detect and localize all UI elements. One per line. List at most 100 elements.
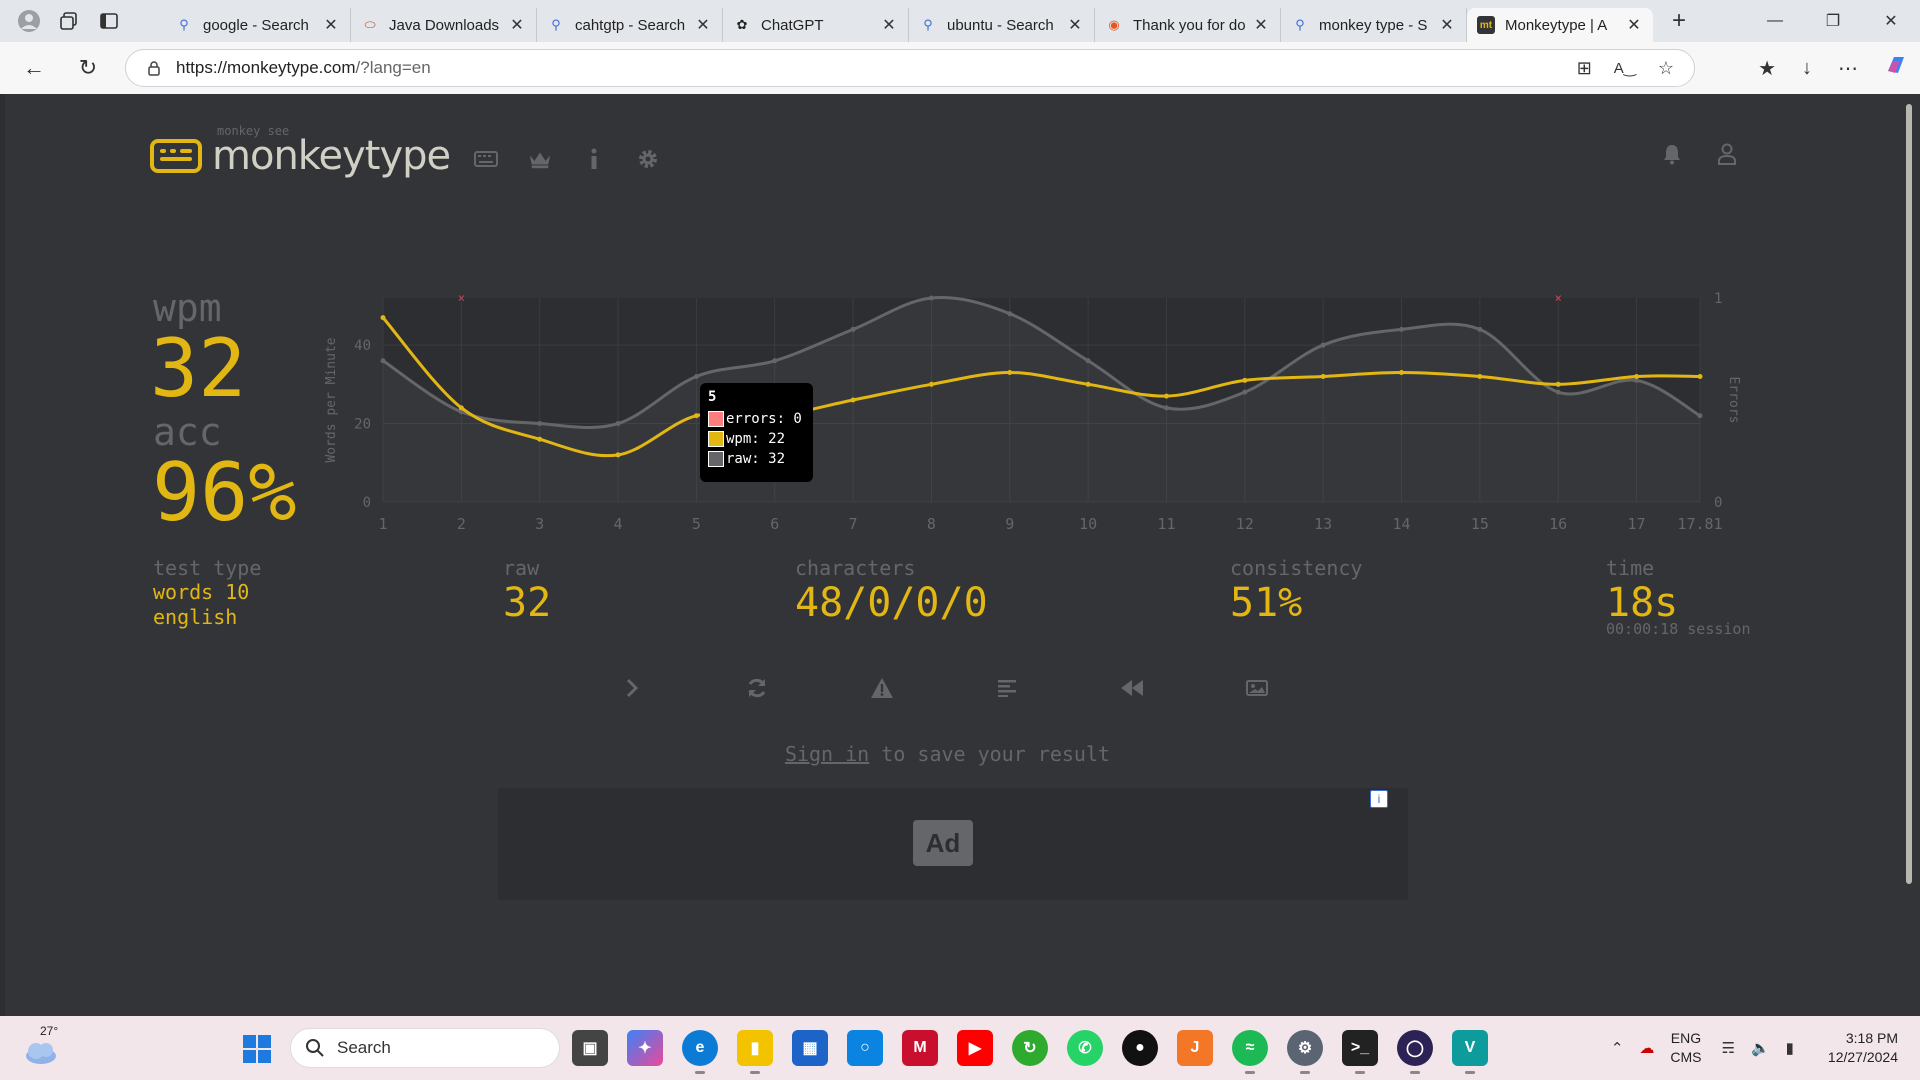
- raw-point[interactable]: [1477, 326, 1483, 332]
- words-history-icon[interactable]: [995, 676, 1019, 700]
- error-marker[interactable]: ×: [1555, 291, 1562, 305]
- settings-gear-icon[interactable]: [636, 147, 660, 171]
- wpm-point[interactable]: [380, 315, 386, 321]
- account-user-icon[interactable]: [1715, 142, 1739, 166]
- browser-tab[interactable]: mt Monkeytype | A ✕: [1467, 8, 1653, 42]
- minimize-button[interactable]: —: [1746, 0, 1804, 42]
- close-tab-icon[interactable]: ✕: [1438, 15, 1456, 35]
- raw-point[interactable]: [1399, 326, 1405, 332]
- sign-in-link[interactable]: Sign in: [785, 742, 869, 766]
- spotify-icon[interactable]: ≈: [1232, 1030, 1268, 1074]
- wpm-point[interactable]: [615, 452, 621, 458]
- workspaces-icon[interactable]: [52, 4, 86, 38]
- raw-point[interactable]: [928, 295, 934, 301]
- wpm-point[interactable]: [1697, 373, 1703, 379]
- close-tab-icon[interactable]: ✕: [322, 15, 340, 35]
- copilot-app-icon[interactable]: ✦: [627, 1030, 663, 1066]
- about-info-icon[interactable]: [582, 147, 606, 171]
- test-type-mode[interactable]: words 10: [153, 580, 261, 605]
- browser-tab[interactable]: ⚲ ubuntu - Search ✕: [909, 8, 1095, 42]
- wpm-point[interactable]: [928, 381, 934, 387]
- raw-point[interactable]: [1555, 389, 1561, 395]
- raw-point[interactable]: [615, 421, 621, 427]
- wpm-point[interactable]: [1085, 381, 1091, 387]
- raw-point[interactable]: [1320, 342, 1326, 348]
- start-button[interactable]: [242, 1034, 272, 1069]
- terminal-icon[interactable]: >_: [1342, 1030, 1378, 1074]
- favorite-star-icon[interactable]: ☆: [1658, 58, 1674, 79]
- close-tab-icon[interactable]: ✕: [694, 15, 712, 35]
- page-scrollbar[interactable]: [1900, 94, 1920, 1016]
- monkeytype-logo-icon[interactable]: [150, 139, 202, 173]
- close-tab-icon[interactable]: ✕: [508, 15, 526, 35]
- whatsapp-icon[interactable]: ✆: [1067, 1030, 1103, 1066]
- leaderboard-crown-icon[interactable]: [528, 147, 552, 171]
- scrollbar-thumb[interactable]: [1906, 104, 1912, 884]
- wpm-point[interactable]: [458, 405, 464, 411]
- restore-button[interactable]: ❐: [1804, 0, 1862, 42]
- wpm-point[interactable]: [1555, 381, 1561, 387]
- edge-browser-icon[interactable]: e: [682, 1030, 718, 1074]
- favorites-icon[interactable]: ★: [1758, 56, 1776, 81]
- copilot-icon[interactable]: [1884, 53, 1908, 83]
- browser-tab[interactable]: ⚲ cahtgtp - Search ✕: [537, 8, 723, 42]
- refresh-app-icon[interactable]: ↻: [1012, 1030, 1048, 1066]
- raw-point[interactable]: [772, 358, 778, 364]
- wpm-point[interactable]: [1007, 370, 1013, 376]
- tab-actions-icon[interactable]: [92, 4, 126, 38]
- language-indicator[interactable]: ENG CMS: [1670, 1029, 1701, 1067]
- close-tab-icon[interactable]: ✕: [1625, 15, 1643, 35]
- watch-replay-rewind-icon[interactable]: [1120, 676, 1144, 700]
- github-icon[interactable]: ●: [1122, 1030, 1158, 1066]
- volume-icon[interactable]: 🔈: [1751, 1039, 1770, 1057]
- repeat-test-icon[interactable]: [745, 676, 769, 700]
- raw-point[interactable]: [537, 421, 543, 427]
- raw-point[interactable]: [850, 326, 856, 332]
- show-hidden-icons-chevron-icon[interactable]: ⌃: [1611, 1039, 1624, 1057]
- wpm-point[interactable]: [1242, 377, 1248, 383]
- profile-icon[interactable]: [12, 4, 46, 38]
- microsoft-store-icon[interactable]: ▦: [792, 1030, 828, 1066]
- practice-words-warning-icon[interactable]: [870, 676, 894, 700]
- raw-point[interactable]: [693, 373, 699, 379]
- url-field[interactable]: https://monkeytype.com/?lang=en ⊞ A‿ ☆: [125, 49, 1695, 87]
- keyboard-icon[interactable]: [474, 147, 499, 171]
- vscode-like-app-icon[interactable]: V: [1452, 1030, 1488, 1074]
- app-available-icon[interactable]: ⊞: [1577, 58, 1592, 79]
- next-test-chevron-icon[interactable]: [620, 676, 644, 700]
- wpm-point[interactable]: [850, 397, 856, 403]
- raw-point[interactable]: [1242, 389, 1248, 395]
- wpm-point[interactable]: [537, 436, 543, 442]
- wpm-point[interactable]: [1477, 373, 1483, 379]
- ad-info-icon[interactable]: i: [1370, 790, 1388, 808]
- mcafee-icon[interactable]: M: [902, 1030, 938, 1066]
- raw-point[interactable]: [1085, 358, 1091, 364]
- youtube-icon[interactable]: ▶: [957, 1030, 993, 1066]
- taskbar-search[interactable]: Search: [290, 1028, 560, 1068]
- new-tab-button[interactable]: +: [1659, 4, 1699, 38]
- monkeytype-logo[interactable]: monkey see monkeytype: [212, 124, 451, 184]
- test-type-language[interactable]: english: [153, 605, 261, 630]
- notifications-bell-icon[interactable]: [1660, 142, 1684, 166]
- lock-icon[interactable]: [146, 60, 162, 76]
- raw-point[interactable]: [1007, 311, 1013, 317]
- wifi-icon[interactable]: ☴: [1722, 1039, 1735, 1057]
- close-tab-icon[interactable]: ✕: [1252, 15, 1270, 35]
- raw-point[interactable]: [1697, 413, 1703, 419]
- wpm-chart[interactable]: × ×1 2 3 4 5 6 7 8 9 10 11 12 13 14 15 16 17 17.810204001W…: [315, 286, 1745, 546]
- jupyter-icon[interactable]: J: [1177, 1030, 1213, 1066]
- close-tab-icon[interactable]: ✕: [1066, 15, 1084, 35]
- browser-tab[interactable]: ⬭ Java Downloads ✕: [351, 8, 537, 42]
- cortana-icon[interactable]: ○: [847, 1030, 883, 1066]
- browser-tab[interactable]: ⚲ monkey type - S ✕: [1281, 8, 1467, 42]
- more-menu-icon[interactable]: ⋯: [1838, 56, 1858, 81]
- raw-point[interactable]: [380, 358, 386, 364]
- wpm-point[interactable]: [1320, 373, 1326, 379]
- back-button[interactable]: ←: [14, 48, 54, 88]
- browser-tab[interactable]: ◉ Thank you for do ✕: [1095, 8, 1281, 42]
- network-error-icon[interactable]: ☁: [1639, 1039, 1654, 1057]
- eclipse-icon[interactable]: ◯: [1397, 1030, 1433, 1074]
- close-tab-icon[interactable]: ✕: [880, 15, 898, 35]
- close-window-button[interactable]: ✕: [1862, 0, 1920, 42]
- weather-widget[interactable]: 27°: [22, 1024, 62, 1066]
